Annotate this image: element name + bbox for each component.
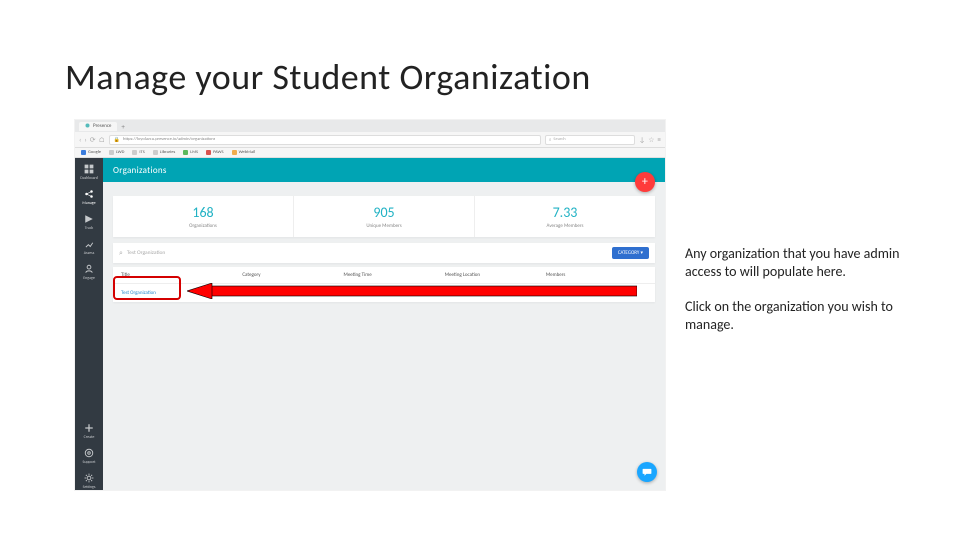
th-meeting-location[interactable]: Meeting Location	[445, 272, 546, 278]
th-category[interactable]: Category	[242, 272, 343, 278]
tab-title: Presence	[93, 123, 111, 129]
chat-button[interactable]	[637, 462, 657, 482]
bookmark-its[interactable]: ITS	[132, 150, 144, 155]
bookmark-icon	[153, 150, 158, 155]
app-area: Dashboard Manage Track Assess Engage	[75, 158, 665, 490]
th-members[interactable]: Members	[546, 272, 647, 278]
td-members	[546, 290, 647, 296]
bookmark-bar: Google LWD ITS Libraries LMS PAWS WebMai…	[75, 148, 665, 158]
sidebar-item-label: Track	[85, 226, 93, 231]
bookmark-lms[interactable]: LMS	[183, 150, 198, 155]
sidebar-item-assess[interactable]: Assess	[84, 239, 95, 256]
annotation-text-2: Click on the organization you wish to ma…	[685, 298, 915, 333]
search-icon: ⌕	[119, 248, 123, 258]
browser-search[interactable]: ⌕ Search	[545, 135, 635, 145]
stat-value: 168	[117, 204, 289, 221]
organizations-table: Title Category Meeting Time Meeting Loca…	[113, 267, 655, 302]
sidebar-item-label: Create	[84, 435, 95, 440]
bookmark-icon	[109, 150, 114, 155]
bookmark-icon	[81, 150, 86, 155]
bookmark-webmail[interactable]: WebMail	[232, 150, 256, 155]
search-row: ⌕ Test Organization CATEGORY ▾	[113, 243, 655, 263]
bookmark-icon	[183, 150, 188, 155]
bookmark-lwd[interactable]: LWD	[109, 150, 124, 155]
track-icon	[84, 214, 94, 224]
annotation-block: Any organization that you have admin acc…	[685, 245, 915, 333]
menu-icon[interactable]: ≡	[658, 135, 662, 144]
td-category	[242, 290, 343, 296]
download-icon[interactable]: ↓	[639, 135, 645, 144]
sidebar-item-label: Manage	[82, 201, 95, 206]
bookmark-paws[interactable]: PAWS	[206, 150, 223, 155]
plus-icon	[84, 423, 94, 433]
engage-icon	[84, 264, 94, 274]
stats-row: 168 Organizations 905 Unique Members 7.3…	[113, 196, 655, 237]
reload-icon[interactable]: ⟳	[90, 135, 96, 144]
sidebar-item-label: Assess	[84, 251, 95, 256]
new-tab-button[interactable]: +	[121, 122, 125, 131]
sidebar-item-settings[interactable]: Settings	[83, 473, 96, 490]
browser-tab[interactable]: Presence	[79, 122, 117, 131]
lock-icon: 🔒	[114, 137, 120, 143]
table-header: Title Category Meeting Time Meeting Loca…	[113, 267, 655, 284]
browser-navbar: ‹ › ⟳ ⌂ 🔒 https://loyolavcu.presence.io/…	[75, 132, 665, 148]
sidebar-item-dashboard[interactable]: Dashboard	[80, 164, 98, 181]
main-content: Organizations + 168 Organizations 905 Un…	[103, 158, 665, 490]
annotation-text-1: Any organization that you have admin acc…	[685, 245, 915, 280]
table-row[interactable]: Test Organization	[113, 284, 655, 302]
back-icon[interactable]: ‹	[79, 135, 81, 144]
stat-label: Average Members	[479, 223, 651, 229]
sidebar-item-label: Settings	[83, 485, 96, 490]
bookmark-google[interactable]: Google	[81, 150, 101, 155]
sidebar-item-create[interactable]: Create	[84, 423, 95, 440]
sidebar-item-track[interactable]: Track	[84, 214, 94, 231]
assess-icon	[84, 239, 94, 249]
dashboard-icon	[84, 164, 94, 174]
share-icon	[84, 189, 94, 199]
search-placeholder: Search	[553, 137, 565, 142]
browser-window: Presence + ‹ › ⟳ ⌂ 🔒 https://loyolavcu.p…	[75, 120, 665, 490]
search-input[interactable]: Test Organization	[127, 250, 608, 256]
bookmark-icon	[206, 150, 211, 155]
sidebar-item-manage[interactable]: Manage	[82, 189, 95, 206]
header-title: Organizations	[113, 165, 167, 176]
page-title: Manage your Student Organization	[65, 55, 591, 99]
sidebar-item-engage[interactable]: Engage	[83, 264, 95, 281]
td-meeting-time	[344, 290, 445, 296]
sidebar-item-label: Support	[83, 460, 96, 465]
stat-average-members: 7.33 Average Members	[474, 196, 655, 237]
stat-unique-members: 905 Unique Members	[293, 196, 474, 237]
bookmark-icon	[132, 150, 137, 155]
stat-label: Organizations	[117, 223, 289, 229]
bookmark-libraries[interactable]: Libraries	[153, 150, 176, 155]
search-icon: ⌕	[549, 137, 552, 143]
td-meeting-location	[445, 290, 546, 296]
bookmark-icon	[232, 150, 237, 155]
chat-icon	[642, 467, 652, 477]
bookmark-icon[interactable]: ☆	[648, 135, 654, 144]
forward-icon[interactable]: ›	[84, 135, 86, 144]
add-organization-button[interactable]: +	[635, 172, 655, 192]
home-icon[interactable]: ⌂	[99, 135, 105, 144]
tab-favicon-icon	[85, 123, 90, 130]
sidebar: Dashboard Manage Track Assess Engage	[75, 158, 103, 490]
support-icon	[84, 448, 94, 458]
stat-value: 905	[298, 204, 470, 221]
url-text: https://loyolavcu.presence.io/admin/orga…	[123, 137, 215, 142]
browser-tabstrip: Presence +	[75, 120, 665, 132]
stat-value: 7.33	[479, 204, 651, 221]
stat-label: Unique Members	[298, 223, 470, 229]
td-title: Test Organization	[121, 290, 242, 296]
sidebar-item-label: Dashboard	[80, 176, 98, 181]
gear-icon	[84, 473, 94, 483]
url-bar[interactable]: 🔒 https://loyolavcu.presence.io/admin/or…	[109, 135, 541, 145]
category-filter-button[interactable]: CATEGORY ▾	[612, 247, 649, 259]
stat-organizations: 168 Organizations	[113, 196, 293, 237]
sidebar-item-label: Engage	[83, 276, 95, 281]
th-title[interactable]: Title	[121, 272, 242, 278]
th-meeting-time[interactable]: Meeting Time	[344, 272, 445, 278]
sidebar-item-support[interactable]: Support	[83, 448, 96, 465]
header-bar: Organizations +	[103, 158, 665, 182]
